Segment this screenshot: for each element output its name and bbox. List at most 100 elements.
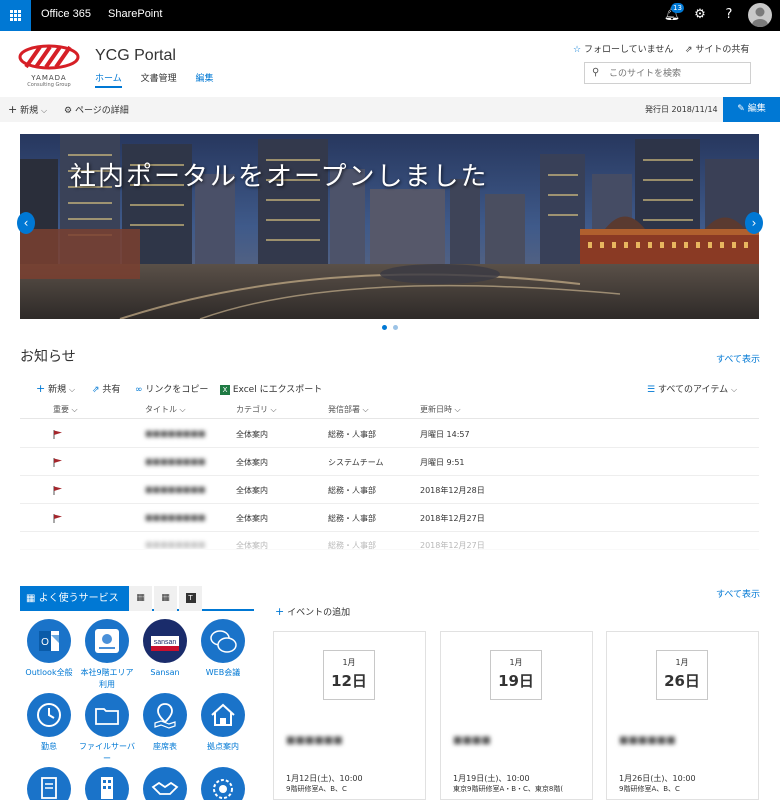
table-row[interactable]: ■■■■■■■■ 全体案内 総務・人事部 2018年12月27日 [20,504,759,532]
event-name[interactable]: ■■■■ [453,735,491,746]
tab-teams[interactable]: T [179,586,202,611]
carousel-prev-button[interactable]: ‹ [17,212,35,234]
tab-frequent-services[interactable]: ▦ よく使うサービス [20,586,129,611]
service-office-locations[interactable]: 拠点案内 [194,693,252,753]
service-building[interactable] [78,767,136,800]
tab-grid-2[interactable]: ▦ [154,586,177,611]
table-row[interactable]: ■■■■■■■■ 全体案内 システムチーム 月曜日 9:51 [20,448,759,476]
event-date-box: 1月 12日 [323,650,375,700]
service-documents[interactable] [20,767,78,800]
event-month: 1月 [342,658,356,667]
carousel-next-button[interactable]: › [745,212,763,234]
news-list-header: 重要 ⌵ タイトル ⌵ カテゴリ ⌵ 発信部署 ⌵ 更新日時 ⌵ [20,399,759,419]
star-icon: ☆ [573,45,582,55]
event-time: 1月19日(土)、10:00 [453,774,530,783]
event-name[interactable]: ■■■■■■ [286,735,343,746]
share-site-button[interactable]: ⇗ サイトの共有 [685,42,749,55]
table-row[interactable]: ■■■■■■■■ 全体案内 総務・人事部 2018年12月27日 [20,536,759,550]
flag-icon [53,514,62,523]
tab-grid-1[interactable]: ▦ [129,586,152,611]
row-title[interactable]: ■■■■■■■■ [145,457,205,466]
gear-icon[interactable]: ⚙ [691,6,709,24]
event-name[interactable]: ■■■■■■ [619,735,676,746]
table-row[interactable]: ■■■■■■■■ 全体案内 総務・人事部 2018年12月28日 [20,476,759,504]
help-icon[interactable]: ? [720,6,738,24]
clock-icon [27,693,71,737]
event-time: 1月26日(土)、10:00 [619,774,696,783]
add-event-button[interactable]: + イベントの追加 [275,605,350,618]
row-title[interactable]: ■■■■■■■■ [145,429,205,438]
column-header-title[interactable]: タイトル ⌵ [145,404,186,415]
event-location: 9階研修室A、B、C [286,785,347,793]
outlook-icon: O [27,619,71,663]
news-see-all-link[interactable]: すべて表示 [716,352,760,365]
row-title[interactable]: ■■■■■■■■ [145,485,205,494]
map-pin-icon [143,693,187,737]
gear-icon: ⚙ [64,106,73,116]
list-new-label: 新規 [48,385,67,395]
view-label: すべてのアイテム [657,385,729,395]
event-location: 9階研修室A、B、C [619,785,680,793]
copy-link-button[interactable]: ∞ リンクをコピー [135,382,208,395]
share-icon: ⇗ [92,385,100,395]
service-outlook[interactable]: O Outlook全般 [20,619,78,679]
list-new-button[interactable]: + 新規 ⌵ [36,382,75,395]
list-share-button[interactable]: ⇗ 共有 [92,382,120,395]
logo-text: YAMADA [31,74,67,82]
table-row[interactable]: ■■■■■■■■ 全体案内 総務・人事部 月曜日 14:57 [20,420,759,448]
service-sansan[interactable]: sansan Sansan [136,619,194,679]
event-card[interactable]: 1月 19日 ■■■■ 1月19日(土)、10:00 東京9階研修室A・B・C、… [440,631,593,800]
office365-link[interactable]: Office 365 [41,8,91,20]
service-label: WEB会議 [205,668,241,677]
service-seating-chart[interactable]: 座席表 [136,693,194,753]
service-floor9[interactable]: 本社9階エリア利用 [78,619,136,691]
site-title[interactable]: YCG Portal [95,47,176,65]
flag-icon [53,486,62,495]
column-header-important[interactable]: 重要 ⌵ [53,404,78,415]
news-section-title: お知らせ [20,349,76,365]
column-header-category[interactable]: カテゴリ ⌵ [236,404,277,415]
row-title[interactable]: ■■■■■■■■ [145,540,205,549]
service-file-server[interactable]: ファイルサーバー [78,693,136,765]
site-search-box[interactable]: ⚲ [584,62,751,84]
carousel-dot-active[interactable] [382,325,387,330]
edit-label: 編集 [747,104,766,114]
search-input[interactable] [609,66,747,81]
service-attendance[interactable]: 勤怠 [20,693,78,753]
column-header-department[interactable]: 発信部署 ⌵ [328,404,369,415]
new-menu-button[interactable]: + 新規 ⌵ [8,103,47,116]
events-see-all-link[interactable]: すべて表示 [716,587,760,600]
event-day: 19日 [498,672,534,690]
hero-carousel[interactable]: 社内ポータルをオープンしました [20,134,759,319]
export-label: Excel にエクスポート [232,385,323,395]
tab-frequent-services-label: よく使うサービス [38,593,119,604]
event-card[interactable]: 1月 26日 ■■■■■■ 1月26日(土)、10:00 9階研修室A、B、C [606,631,759,800]
service-settings[interactable] [194,767,252,800]
event-card[interactable]: 1月 12日 ■■■■■■ 1月12日(土)、10:00 9階研修室A、B、C [273,631,426,800]
nav-edit-link[interactable]: 編集 [196,74,214,84]
row-department: システムチーム [328,458,384,467]
column-header-updated[interactable]: 更新日時 ⌵ [420,404,461,415]
export-excel-button[interactable]: X Excel にエクスポート [220,382,322,395]
hero-title: 社内ポータルをオープンしました [70,162,489,192]
sharepoint-link[interactable]: SharePoint [108,8,162,20]
follow-button[interactable]: ☆ フォローしていません [573,42,673,55]
event-date-box: 1月 26日 [656,650,708,700]
service-web-meeting[interactable]: WEB会議 [194,619,252,679]
add-event-label: イベントの追加 [287,608,351,618]
nav-home[interactable]: ホーム [95,74,122,88]
row-title[interactable]: ■■■■■■■■ [145,513,205,522]
document-icon [27,767,71,800]
service-handshake[interactable] [136,767,194,800]
carousel-dot[interactable] [393,325,399,330]
page-command-bar: + 新規 ⌵ ⚙ ページの詳細 発行日 2018/11/14 ✎ 編集 [0,97,780,122]
avatar[interactable] [748,3,772,27]
view-selector[interactable]: ☰ すべてのアイテム ⌵ [647,382,737,395]
row-category: 全体案内 [236,430,268,439]
app-launcher-waffle-icon[interactable] [0,0,31,31]
page-details-button[interactable]: ⚙ ページの詳細 [64,103,129,116]
edit-page-button[interactable]: ✎ 編集 [723,97,780,122]
plus-icon: + [275,605,285,618]
site-logo[interactable]: YAMADA Consulting Group [18,43,80,88]
nav-documents[interactable]: 文書管理 [141,74,177,84]
